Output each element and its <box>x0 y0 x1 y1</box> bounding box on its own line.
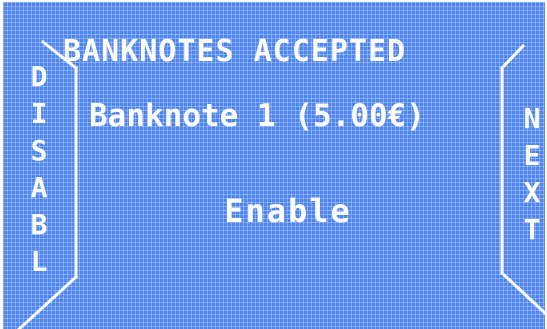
next-letter: E <box>523 139 541 172</box>
next-button-label: N E X T <box>518 100 545 248</box>
disable-letter: S <box>30 134 48 167</box>
banknote-label: Banknote 1 (5.00€) <box>89 98 425 134</box>
next-letter: X <box>523 176 541 209</box>
disable-letter: B <box>30 208 48 241</box>
disable-button-label: D I S A B L <box>25 58 53 280</box>
next-button[interactable]: N E X T <box>500 42 545 329</box>
next-letter: N <box>523 102 541 135</box>
disable-letter: I <box>30 97 48 130</box>
lcd-screen: BANKNOTES ACCEPTED Banknote 1 (5.00€) En… <box>0 0 547 329</box>
disable-letter: A <box>30 171 48 204</box>
screen-title: BANKNOTES ACCEPTED <box>63 34 407 69</box>
next-letter: T <box>523 213 541 246</box>
disable-button[interactable]: D I S A B L <box>3 42 81 329</box>
enable-button[interactable]: Enable <box>203 190 373 232</box>
disable-letter: L <box>30 245 48 278</box>
disable-letter: D <box>30 60 48 93</box>
